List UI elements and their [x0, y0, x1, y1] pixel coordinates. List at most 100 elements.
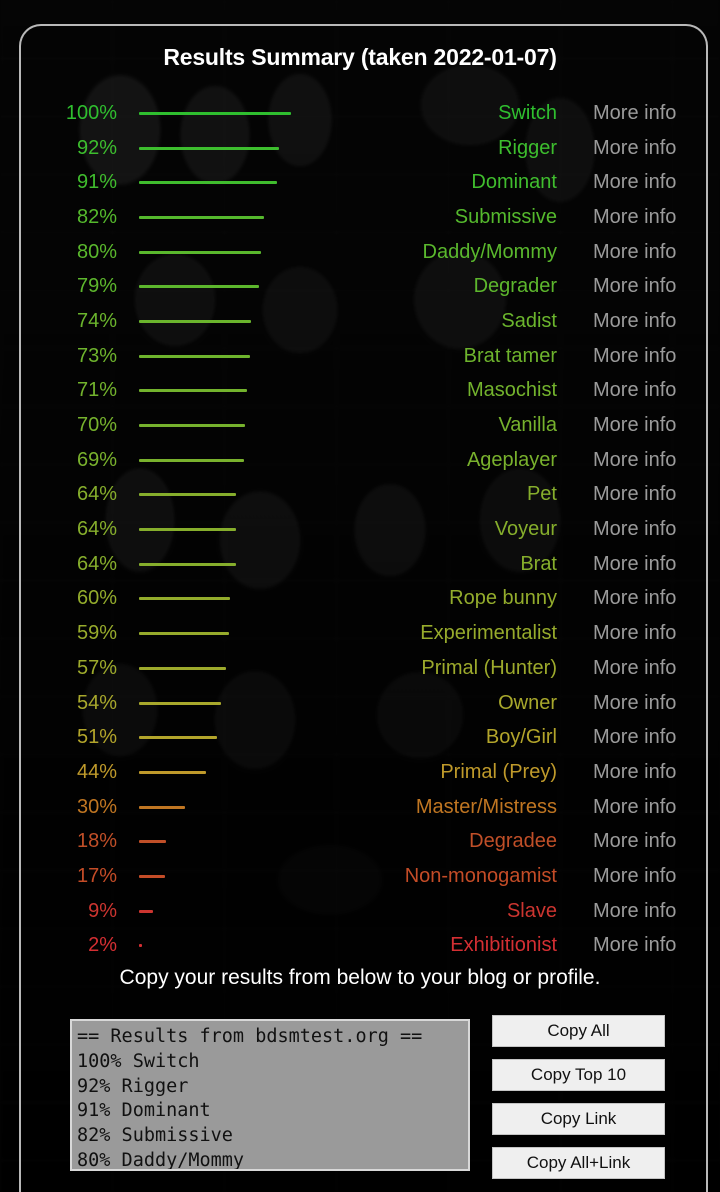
result-bar-track	[117, 701, 292, 705]
result-bar-track	[117, 354, 292, 358]
more-info-link[interactable]: More info	[557, 171, 702, 194]
result-percent: 64%	[76, 552, 117, 575]
result-bar-track	[117, 111, 292, 115]
result-percent: 17%	[76, 864, 117, 887]
result-label: Brat	[520, 552, 557, 575]
result-percent: 70%	[76, 414, 117, 437]
more-info-link[interactable]: More info	[557, 206, 702, 229]
more-info-link[interactable]: More info	[557, 726, 702, 749]
result-label: Experimentalist	[420, 622, 557, 645]
more-info-link[interactable]: More info	[557, 241, 702, 264]
more-info-link[interactable]: More info	[557, 379, 702, 402]
result-label: Daddy/Mommy	[422, 240, 557, 263]
result-label: Ageplayer	[466, 448, 557, 471]
result-label: Rope bunny	[449, 587, 557, 610]
more-info-link[interactable]: More info	[557, 657, 702, 680]
result-bar-fill	[139, 250, 261, 254]
result-bar-fill	[139, 146, 279, 150]
more-info-link[interactable]: More info	[557, 310, 702, 333]
result-bar-fill	[139, 736, 217, 740]
result-percent: 30%	[76, 795, 117, 818]
more-info-link[interactable]: More info	[557, 900, 702, 923]
more-info-link[interactable]: More info	[557, 796, 702, 819]
result-row: 71% Masochist More info	[22, 374, 702, 409]
results-page: Results Summary (taken 2022-01-07) 100% S…	[0, 0, 720, 1192]
result-label: Masochist	[466, 379, 557, 402]
result-row: 44% Primal (Prey) More info	[22, 755, 702, 790]
result-row: 18% Degradee More info	[22, 824, 702, 859]
result-label: Primal (Prey)	[440, 760, 557, 783]
more-info-link[interactable]: More info	[557, 830, 702, 853]
result-bar-fill	[139, 770, 206, 774]
result-percent: 100%	[65, 101, 117, 124]
result-bar-track	[117, 250, 292, 254]
result-bar-fill	[139, 562, 237, 566]
copy-button-copy-link[interactable]: Copy Link	[492, 1103, 665, 1135]
result-percent: 69%	[76, 448, 117, 471]
more-info-link[interactable]: More info	[557, 275, 702, 298]
result-row: 17% Non-monogamist More info	[22, 859, 702, 894]
result-bar-fill	[139, 458, 244, 462]
result-row: 2% Exhibitionist More info	[22, 929, 702, 964]
more-info-link[interactable]: More info	[557, 692, 702, 715]
result-row: 57% Primal (Hunter) More info	[22, 651, 702, 686]
result-row: 59% Experimentalist More info	[22, 616, 702, 651]
more-info-link[interactable]: More info	[557, 553, 702, 576]
result-bar-track	[117, 146, 292, 150]
more-info-link[interactable]: More info	[557, 483, 702, 506]
result-row: 64% Pet More info	[22, 478, 702, 513]
result-bar-track	[117, 215, 292, 219]
result-label: Switch	[498, 101, 557, 124]
result-percent: 82%	[76, 205, 117, 228]
result-bar-fill	[139, 805, 185, 809]
result-percent: 57%	[76, 656, 117, 679]
result-percent: 59%	[76, 622, 117, 645]
more-info-link[interactable]: More info	[557, 102, 702, 125]
result-row: 82% Submissive More info	[22, 200, 702, 235]
result-percent: 54%	[76, 691, 117, 714]
more-info-link[interactable]: More info	[557, 518, 702, 541]
result-bar-track	[117, 632, 292, 636]
result-label: Pet	[526, 483, 557, 506]
result-bar-track	[117, 389, 292, 393]
result-bar-track	[117, 181, 292, 185]
more-info-link[interactable]: More info	[557, 345, 702, 368]
result-row: 30% Master/Mistress More info	[22, 790, 702, 825]
copy-button-copy-all-link[interactable]: Copy All+Link	[492, 1147, 665, 1179]
result-bar-track	[117, 424, 292, 428]
results-textarea[interactable]	[70, 1019, 470, 1171]
more-info-link[interactable]: More info	[557, 587, 702, 610]
result-row: 80% Daddy/Mommy More info	[22, 235, 702, 270]
more-info-link[interactable]: More info	[557, 865, 702, 888]
result-percent: 79%	[76, 275, 117, 298]
more-info-link[interactable]: More info	[557, 414, 702, 437]
result-row: 74% Sadist More info	[22, 304, 702, 339]
result-label: Primal (Hunter)	[421, 656, 557, 679]
more-info-link[interactable]: More info	[557, 137, 702, 160]
result-label: Exhibitionist	[450, 934, 557, 957]
result-percent: 64%	[76, 483, 117, 506]
more-info-link[interactable]: More info	[557, 622, 702, 645]
result-label: Non-monogamist	[404, 864, 557, 887]
result-bar-fill	[139, 215, 264, 219]
more-info-link[interactable]: More info	[557, 934, 702, 957]
result-label: Brat tamer	[463, 344, 557, 367]
more-info-link[interactable]: More info	[557, 761, 702, 784]
result-bar-fill	[139, 285, 260, 289]
result-bar-track	[117, 909, 292, 913]
result-bar-fill	[139, 944, 143, 948]
more-info-link[interactable]: More info	[557, 449, 702, 472]
result-percent: 73%	[76, 344, 117, 367]
copy-button-copy-all[interactable]: Copy All	[492, 1015, 665, 1047]
result-row: 92% Rigger More info	[22, 131, 702, 166]
result-bar-track	[117, 666, 292, 670]
result-bar-fill	[139, 424, 246, 428]
copy-buttons-group: Copy All Copy Top 10 Copy Link Copy All+Lin…	[492, 1015, 665, 1191]
results-list: 100% Switch More info 92% Rigger More info 91%…	[22, 96, 702, 963]
result-percent: 9%	[88, 899, 117, 922]
result-percent: 2%	[88, 934, 117, 957]
copy-button-copy-top-10[interactable]: Copy Top 10	[492, 1059, 665, 1091]
page-title: Results Summary (taken 2022-01-07)	[163, 44, 557, 70]
result-row: 51% Boy/Girl More info	[22, 720, 702, 755]
result-row: 60% Rope bunny More info	[22, 582, 702, 617]
